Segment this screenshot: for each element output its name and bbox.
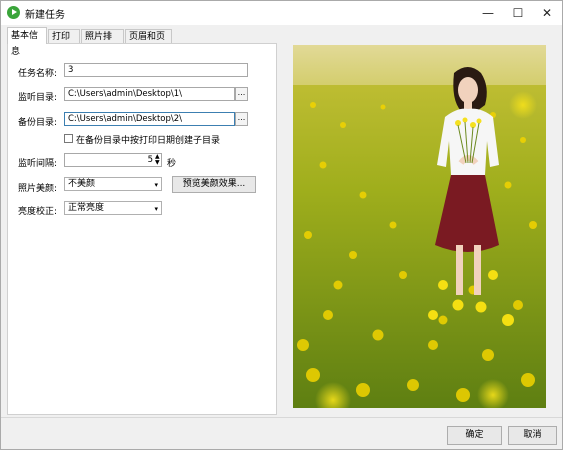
chevron-down-icon: ▾	[154, 205, 158, 213]
watch-dir-browse-button[interactable]: ...	[235, 87, 248, 101]
dialog-window: 新建任务 — ☐ ✕ 基本信息 打印机 照片排版 页眉和页脚 任务名称: 3 监…	[0, 0, 563, 450]
tab-header-footer[interactable]: 页眉和页脚	[125, 29, 172, 56]
backup-dir-label: 备份目录:	[18, 118, 58, 128]
backup-dir-browse-button[interactable]: ...	[235, 112, 248, 126]
tab-basic-info[interactable]: 基本信息	[7, 27, 47, 57]
backup-dir-input[interactable]: C:\Users\admin\Desktop\2\	[64, 112, 235, 126]
interval-label: 监听间隔:	[18, 159, 58, 169]
cancel-button[interactable]: 取消	[508, 426, 557, 445]
watch-dir-input[interactable]: C:\Users\admin\Desktop\1\	[64, 87, 235, 101]
preview-beauty-button[interactable]: 预览美颜效果...	[172, 176, 256, 193]
beauty-select-value: 不美颜	[68, 179, 96, 189]
photo-preview	[293, 45, 546, 408]
date-subdir-checkbox[interactable]	[64, 134, 73, 143]
brightness-select[interactable]: 正常亮度 ▾	[64, 201, 162, 215]
task-name-label: 任务名称:	[18, 69, 58, 79]
tab-printer[interactable]: 打印机	[48, 29, 80, 56]
basic-info-panel: 任务名称: 3 监听目录: C:\Users\admin\Desktop\1\ …	[7, 43, 277, 415]
beauty-label: 照片美颜:	[18, 184, 58, 194]
task-name-input[interactable]: 3	[64, 63, 248, 77]
interval-stepper[interactable]: ▲ ▼	[155, 154, 160, 166]
title-bar[interactable]: 新建任务 — ☐ ✕	[1, 1, 562, 25]
interval-unit: 秒	[167, 159, 177, 169]
minimize-button[interactable]: —	[473, 1, 503, 25]
interval-input[interactable]: 5	[64, 153, 162, 167]
close-button[interactable]: ✕	[532, 1, 562, 25]
date-subdir-checkbox-label: 在备份目录中按打印日期创建子目录	[76, 136, 221, 146]
watch-dir-label: 监听目录:	[18, 93, 58, 103]
chevron-down-icon: ▾	[154, 181, 158, 189]
ok-button[interactable]: 确定	[447, 426, 502, 445]
app-play-icon	[7, 6, 20, 19]
footer-divider	[1, 417, 562, 418]
maximize-button[interactable]: ☐	[503, 1, 533, 25]
brightness-select-value: 正常亮度	[68, 203, 105, 213]
brightness-label: 亮度校正:	[18, 207, 58, 217]
beauty-select[interactable]: 不美颜 ▾	[64, 177, 162, 191]
tab-photo-layout[interactable]: 照片排版	[81, 29, 124, 56]
window-title: 新建任务	[25, 10, 65, 21]
